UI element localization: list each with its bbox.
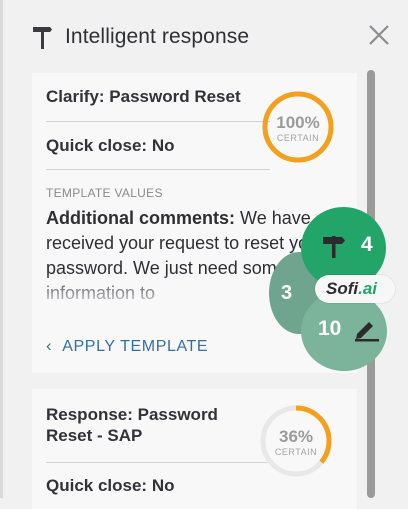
field-name: Additional comments: xyxy=(46,208,236,228)
confidence-gauge: 36% CERTAIN xyxy=(258,403,334,479)
pencil-icon xyxy=(355,322,379,342)
signpost-icon xyxy=(323,236,345,258)
sofi-logo-text: Sofi.ai xyxy=(326,279,377,299)
brand-name: Sofi xyxy=(326,279,359,298)
responses-count: 4 xyxy=(361,233,373,256)
template-values-label: TEMPLATE VALUES xyxy=(46,186,163,200)
sofi-widget[interactable]: 3 4 10 Sofi.ai xyxy=(255,205,408,380)
divider xyxy=(46,462,270,463)
apply-template-label: APPLY TEMPLATE xyxy=(62,338,209,355)
confidence-label: CERTAIN xyxy=(274,447,318,457)
divider xyxy=(46,121,270,122)
card-title: Clarify: Password Reset xyxy=(46,87,241,106)
card-title: Response: Password Reset - SAP xyxy=(46,405,218,445)
response-card-sap[interactable]: Response: Password Reset - SAP Quick clo… xyxy=(32,389,357,509)
edits-bubble[interactable]: 10 xyxy=(301,291,387,371)
brand-suffix: .ai xyxy=(358,279,378,298)
confidence-gauge: 100% CERTAIN xyxy=(260,89,336,165)
divider xyxy=(46,169,270,170)
quick-close-status: Quick close: No xyxy=(46,476,175,495)
intelligent-response-panel: Intelligent response Clarify: Password R… xyxy=(0,0,408,509)
confidence-percent: 100% xyxy=(276,113,320,132)
signpost-icon xyxy=(33,27,52,49)
confidence-percent: 36% xyxy=(278,427,314,446)
edits-count: 10 xyxy=(318,317,342,340)
chevron-left-icon: ‹ xyxy=(46,336,53,355)
panel-header: Intelligent response xyxy=(0,0,408,72)
quick-close-status: Quick close: No xyxy=(46,136,175,155)
close-icon[interactable] xyxy=(369,25,389,45)
apply-template-button[interactable]: ‹ APPLY TEMPLATE xyxy=(46,336,208,356)
confidence-label: CERTAIN xyxy=(276,133,320,143)
sofi-logo[interactable]: Sofi.ai xyxy=(315,275,395,303)
suggestions-count: 3 xyxy=(281,282,293,304)
panel-title: Intelligent response xyxy=(65,25,250,48)
panel-edge xyxy=(0,0,3,498)
